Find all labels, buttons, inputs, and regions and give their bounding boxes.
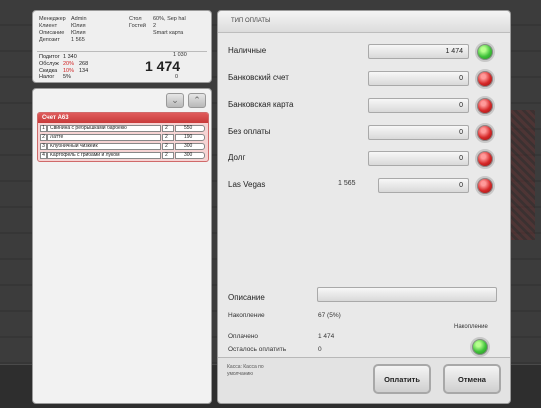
service-label: Обслуж <box>39 60 59 67</box>
chevron-down-icon: ⌄ <box>171 95 179 105</box>
payment-method-label: Банковская карта <box>228 100 294 109</box>
description-value: Юлия <box>71 30 86 36</box>
remaining-label: Осталось оплатить <box>228 346 287 353</box>
list-item[interactable]: 1 Свинина с рёбрышками барбекю 2 550 <box>40 124 206 132</box>
scroll-down-button[interactable]: ⌄ <box>166 93 184 108</box>
item-name: Картофель с грибами и луком <box>47 151 161 159</box>
payment-amount-field[interactable]: 0 <box>368 71 469 86</box>
service-value: 268 <box>79 60 89 67</box>
payment-dialog: ТИП ОПЛАТЫ Наличные 1 474 Банковский сче… <box>217 10 511 404</box>
item-num: 3 <box>40 142 47 150</box>
list-item[interactable]: 3 Клубничный чизкейк 2 300 <box>40 142 206 150</box>
deposit-label: Депозит <box>39 37 60 43</box>
list-item[interactable]: 2 Латте 2 190 <box>40 133 206 141</box>
service-pct: 20% <box>63 60 75 67</box>
list-item[interactable]: 4 Картофель с грибами и луком 2 300 <box>40 151 206 159</box>
deposit-value: 1 565 <box>71 37 85 43</box>
payment-method-label: Долг <box>228 153 246 162</box>
guests-value: 2 <box>153 23 157 29</box>
discount-value: 134 <box>79 67 89 74</box>
order-bill-title: Счет А63 <box>38 113 208 123</box>
payment-status-red-indicator[interactable] <box>475 96 495 116</box>
order-bill[interactable]: Счет А63 1 Свинина с рёбрышками барбекю … <box>37 112 209 162</box>
client-label: Клиент <box>39 23 58 29</box>
cash-register-text: Касса: Касса по умолчанию <box>227 364 264 377</box>
paid-label: Оплачено <box>228 333 259 340</box>
payment-amount-field[interactable]: 0 <box>368 151 469 166</box>
description-label: Описание <box>39 30 65 36</box>
payment-status-red-indicator[interactable] <box>475 69 495 89</box>
accumulation-toggle[interactable] <box>470 337 490 357</box>
item-qty: 2 <box>162 133 174 141</box>
payment-method-no-payment: Без оплаты 0 <box>228 123 508 143</box>
payment-method-label: Наличные <box>228 46 267 55</box>
payment-method-debt: Долг 0 <box>228 149 508 169</box>
payment-method-las-vegas: Las Vegas 1 565 0 <box>228 176 508 196</box>
item-num: 1 <box>40 124 47 132</box>
client-value: Юлия <box>71 23 86 29</box>
pay-button[interactable]: Оплатить <box>373 364 431 394</box>
accumulation-toggle-label: Накопление <box>454 324 488 330</box>
accumulation-label: Накопление <box>228 312 265 319</box>
order-info-panel: Менеджер Admin Стол 60%, Sep hal Клиент … <box>32 10 212 83</box>
grand-total: 1 474 <box>145 58 181 74</box>
description-input[interactable] <box>317 287 497 302</box>
description-label: Описание <box>228 293 265 302</box>
payment-method-bank-account: Банковский счет 0 <box>228 69 508 89</box>
accumulation-value: 67 (5%) <box>318 312 341 319</box>
payment-status-red-indicator[interactable] <box>475 176 495 196</box>
payment-method-cash: Наличные 1 474 <box>228 42 508 62</box>
paid-value: 1 474 <box>318 333 335 340</box>
item-sum: 300 <box>175 142 205 150</box>
payment-amount-field[interactable]: 0 <box>368 98 469 113</box>
payment-method-balance: 1 565 <box>338 180 356 187</box>
subtotal-label: Подитог <box>39 54 60 60</box>
item-name: Клубничный чизкейк <box>47 142 161 150</box>
item-sum: 550 <box>175 124 205 132</box>
payment-method-label: Банковский счет <box>228 73 289 82</box>
payment-status-green-indicator[interactable] <box>475 42 495 62</box>
payment-amount-field[interactable]: 0 <box>368 125 469 140</box>
item-qty: 2 <box>162 142 174 150</box>
item-name: Свинина с рёбрышками барбекю <box>47 124 161 132</box>
info-grid: Менеджер Admin Стол 60%, Sep hal Клиент … <box>39 16 207 44</box>
manager-value: Admin <box>71 16 87 22</box>
manager-label: Менеджер <box>39 16 66 22</box>
subtotal-value: 1 340 <box>63 54 77 60</box>
item-num: 4 <box>40 151 47 159</box>
payment-status-red-indicator[interactable] <box>475 149 495 169</box>
tax-pct: 5% <box>63 74 71 81</box>
payment-method-label: Las Vegas <box>228 180 266 189</box>
discount-label: Скидка <box>39 67 58 74</box>
scroll-up-button[interactable]: ⌃ <box>188 93 206 108</box>
payment-amount-field[interactable]: 1 474 <box>368 44 469 59</box>
cancel-button[interactable]: Отмена <box>443 364 501 394</box>
guests-label: Гостей <box>129 23 147 29</box>
item-qty: 2 <box>162 151 174 159</box>
item-qty: 2 <box>162 124 174 132</box>
payment-method-bank-card: Банковская карта 0 <box>228 96 508 116</box>
payment-dialog-title: ТИП ОПЛАТЫ <box>218 11 510 33</box>
item-num: 2 <box>40 133 47 141</box>
total-zero: 0 <box>175 74 179 80</box>
table-label: Стол <box>129 16 142 22</box>
table-value: 60%, Sep hal <box>153 16 186 22</box>
order-list-panel: ⌄ ⌃ Счет А63 1 Свинина с рёбрышками барб… <box>32 88 212 404</box>
item-sum: 300 <box>175 151 205 159</box>
totals-block: Подитог 1 340 Обслуж 20% 268 Скидка 10% … <box>39 54 97 81</box>
payment-footer: Касса: Касса по умолчанию Оплатить Отмен… <box>218 357 510 403</box>
item-name: Латте <box>47 133 161 141</box>
remaining-value: 0 <box>318 346 322 353</box>
payment-method-label: Без оплаты <box>228 127 271 136</box>
card-value: Smart карта <box>153 30 184 36</box>
payment-status-red-indicator[interactable] <box>475 123 495 143</box>
tax-label: Налог <box>39 74 55 81</box>
payment-amount-field[interactable]: 0 <box>378 178 469 193</box>
item-sum: 190 <box>175 133 205 141</box>
background-stripe <box>511 110 535 240</box>
chevron-up-icon: ⌃ <box>193 95 201 105</box>
discount-pct: 10% <box>63 67 75 74</box>
